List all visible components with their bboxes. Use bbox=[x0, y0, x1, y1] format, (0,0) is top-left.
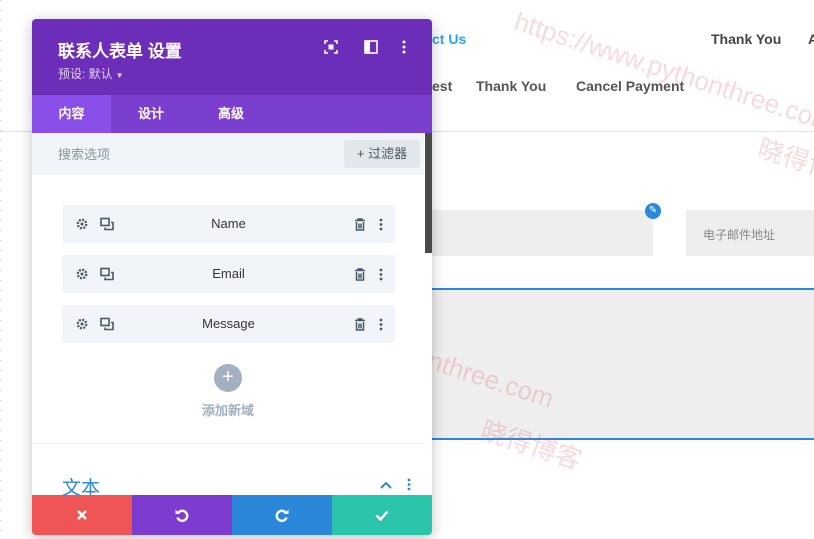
more-icon[interactable] bbox=[373, 316, 389, 332]
message-textarea-selected[interactable] bbox=[432, 288, 814, 440]
tab-bar: 内容 设计 高级 bbox=[32, 95, 432, 133]
trash-icon[interactable] bbox=[352, 266, 368, 282]
trash-icon[interactable] bbox=[352, 216, 368, 232]
preset-label: 预设: 默认 bbox=[58, 67, 113, 81]
name-input-bg[interactable] bbox=[432, 210, 653, 256]
more-icon[interactable] bbox=[373, 216, 389, 232]
tab-advanced[interactable]: 高级 bbox=[191, 95, 271, 133]
field-item-label: Name bbox=[211, 216, 246, 231]
more-icon[interactable] bbox=[373, 266, 389, 282]
undo-icon bbox=[175, 509, 189, 523]
nav-link-test[interactable]: est bbox=[432, 78, 452, 94]
expand-icon[interactable] bbox=[323, 39, 339, 55]
nav-link-thank-you[interactable]: Thank You bbox=[711, 31, 781, 47]
close-icon bbox=[77, 510, 87, 520]
panel-footer bbox=[32, 495, 432, 535]
add-field-button[interactable]: + bbox=[214, 364, 242, 392]
preset-selector[interactable]: 预设: 默认 ▼ bbox=[58, 65, 124, 82]
redo-button[interactable] bbox=[232, 495, 332, 535]
add-field-label[interactable]: 添加新域 bbox=[32, 400, 424, 419]
watermark-url: https://www.pythonthree.com bbox=[510, 6, 814, 138]
panel-header: 联系人表单 设置 预设: 默认 ▼ bbox=[32, 19, 432, 95]
chevron-up-icon[interactable] bbox=[380, 477, 392, 492]
cancel-button[interactable] bbox=[32, 495, 132, 535]
edit-pencil-icon[interactable]: ✎ bbox=[645, 203, 661, 219]
trash-icon[interactable] bbox=[352, 316, 368, 332]
nav-link-cancel-payment[interactable]: Cancel Payment bbox=[576, 78, 684, 94]
field-item-message[interactable]: Message bbox=[62, 305, 395, 343]
field-item-label: Message bbox=[202, 316, 255, 331]
section-divider bbox=[32, 443, 424, 444]
field-item-label: Email bbox=[212, 266, 245, 281]
settings-panel: 联系人表单 设置 预设: 默认▼ 内容 设计 高级 + 过滤器 Name bbox=[32, 19, 432, 535]
nav-link-thank-you-2[interactable]: Thank You bbox=[476, 78, 546, 94]
tab-design[interactable]: 设计 bbox=[111, 95, 191, 133]
scrollbar[interactable] bbox=[425, 133, 432, 253]
tab-content[interactable]: 内容 bbox=[32, 95, 111, 133]
filter-button[interactable]: + 过滤器 bbox=[344, 140, 420, 168]
filter-label: 过滤器 bbox=[368, 146, 408, 161]
undo-button[interactable] bbox=[132, 495, 232, 535]
caret-down-icon: ▼ bbox=[115, 71, 124, 80]
save-button[interactable] bbox=[332, 495, 432, 535]
grid-edge bbox=[0, 0, 2, 539]
panel-title: 联系人表单 设置 bbox=[58, 42, 182, 61]
split-view-icon[interactable] bbox=[363, 39, 379, 55]
email-placeholder: 电子邮件地址 bbox=[703, 228, 776, 242]
plus-icon: + bbox=[356, 146, 369, 161]
watermark-cn: 晓得博客 bbox=[754, 132, 814, 194]
search-bar: + 过滤器 bbox=[32, 133, 424, 175]
more-icon[interactable] bbox=[407, 478, 411, 494]
check-icon bbox=[375, 510, 389, 521]
redo-icon bbox=[275, 509, 289, 523]
field-item-email[interactable]: Email bbox=[62, 255, 395, 293]
nav-link-contact[interactable]: ct Us bbox=[432, 31, 466, 47]
nav-link-a[interactable]: A bbox=[808, 31, 814, 47]
more-icon[interactable] bbox=[396, 39, 412, 55]
search-input[interactable] bbox=[58, 145, 318, 163]
field-item-name[interactable]: Name bbox=[62, 205, 395, 243]
